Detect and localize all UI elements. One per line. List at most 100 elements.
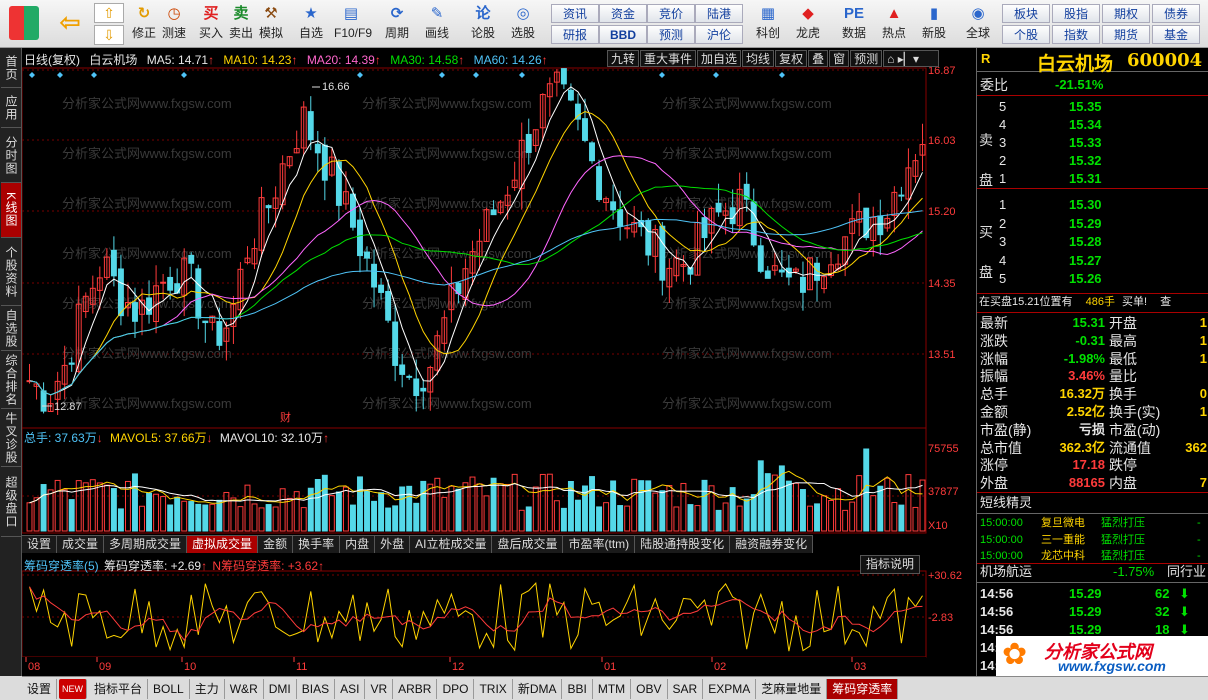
toolbar-star-button[interactable]: ★ 自选 — [294, 3, 328, 45]
indicator-tab-2[interactable]: 多周期成交量 — [104, 535, 188, 553]
sprite-stock[interactable]: 三一重能 — [1041, 531, 1085, 549]
jijin-button[interactable]: 基金 — [1152, 25, 1200, 44]
sidebar-tab-6[interactable]: 综合排名 — [1, 351, 21, 409]
toolbar-kechuang-button[interactable]: ▦ 科创 — [748, 3, 788, 45]
bid-price[interactable]: 15.26 — [1069, 270, 1102, 288]
indicator-tab-12[interactable]: 融资融券变化 — [730, 535, 814, 553]
chart-btn-5[interactable]: 叠 — [808, 50, 829, 67]
sidebar-tab-8[interactable]: 超级盘口 — [1, 467, 21, 537]
bottom-tab-13[interactable]: 新DMA — [513, 678, 563, 699]
yanbao-button[interactable]: 研报 — [551, 25, 599, 44]
chart-btn-7[interactable]: 预测 — [850, 50, 883, 67]
indicator-tab-8[interactable]: AI立桩成交量 — [410, 535, 493, 553]
toolbar-hammer-button[interactable]: ⚒ 模拟 — [254, 3, 288, 45]
ask-price[interactable]: 15.33 — [1069, 134, 1102, 152]
indicator-help-button[interactable]: 指标说明 — [860, 555, 921, 574]
sidebar-tab-7[interactable]: 牛叉诊股 — [1, 409, 21, 467]
chart-btn-6[interactable]: 窗 — [829, 50, 850, 67]
indicator-tab-3[interactable]: 虚拟成交量 — [187, 535, 259, 553]
toolbar-data-button[interactable]: PE 数据 — [834, 3, 874, 45]
new-badge[interactable]: NEW — [59, 678, 88, 699]
toolbar-longhu-button[interactable]: ◆ 龙虎 — [788, 3, 828, 45]
chart-btn-1[interactable]: 重大事件 — [640, 50, 697, 67]
hulun-button[interactable]: 沪伦 — [695, 25, 743, 44]
ask-price[interactable]: 15.34 — [1069, 116, 1102, 134]
lugang-button[interactable]: 陆港 — [695, 4, 743, 23]
chart-btn-0[interactable]: 九转 — [607, 50, 640, 67]
qiquan-button[interactable]: 期权 — [1102, 4, 1150, 23]
bottom-tab-15[interactable]: MTM — [593, 678, 632, 699]
flight-tag[interactable]: 同行业 — [1167, 563, 1206, 581]
chart-btn-4[interactable]: 复权 — [775, 50, 808, 67]
yuce-button[interactable]: 预测 — [647, 25, 695, 44]
indicator-tab-4[interactable]: 金额 — [258, 535, 294, 553]
bottom-tab-6[interactable]: DMI — [264, 678, 297, 699]
bottom-tab-14[interactable]: BBI — [562, 678, 593, 699]
bottom-tab-7[interactable]: BIAS — [297, 678, 336, 699]
zijin-button[interactable]: 资金 — [599, 4, 647, 23]
sidebar-tab-0[interactable]: 首页 — [1, 48, 21, 88]
sidebar-tab-3[interactable]: K线图 — [1, 183, 21, 238]
updown-button[interactable]: ⇧ ⇩ — [94, 3, 124, 45]
chart-btn-3[interactable]: 均线 — [742, 50, 775, 67]
bottom-tab-9[interactable]: VR — [365, 678, 394, 699]
zhishu-button[interactable]: 指数 — [1052, 25, 1100, 44]
bottom-tab-11[interactable]: DPO — [437, 678, 475, 699]
toolbar-select-button[interactable]: ◎ 选股 — [506, 3, 540, 45]
zhaiquan-button[interactable]: 债券 — [1152, 4, 1200, 23]
toolbar-cycle-button[interactable]: ⟳ 周期 — [380, 3, 414, 45]
bottom-tab-16[interactable]: OBV — [631, 678, 668, 699]
back-button[interactable]: ⇦ — [52, 3, 88, 45]
bottom-tab-10[interactable]: ARBR — [393, 678, 438, 699]
indicator-tab-7[interactable]: 外盘 — [375, 535, 411, 553]
bbd-button[interactable]: BBD — [599, 25, 647, 44]
menu-button[interactable] — [4, 3, 44, 45]
bottom-tab-20[interactable]: 筹码穿透率 — [827, 678, 899, 699]
bottom-tab-8[interactable]: ASI — [335, 678, 366, 699]
bottom-tab-3[interactable]: BOLL — [148, 678, 190, 699]
bid-price[interactable]: 15.28 — [1069, 233, 1102, 251]
sprite-stock[interactable]: 复旦微电 — [1041, 514, 1085, 532]
jingjia-button[interactable]: 竞价 — [647, 4, 695, 23]
toolbar-clock-button[interactable]: ◷ 测速 — [157, 3, 191, 45]
sidebar-tab-5[interactable]: 自选股 — [1, 306, 21, 351]
bankuai-button[interactable]: 板块 — [1002, 4, 1050, 23]
bottom-tab-2[interactable]: 指标平台 — [89, 678, 149, 699]
kline-svg[interactable]: 16.8716.0315.2014.3513.517575537877X10+3… — [21, 48, 976, 676]
ask-price[interactable]: 15.31 — [1069, 170, 1102, 188]
toolbar-buy-button[interactable]: 买买入 — [194, 3, 228, 45]
bid-price[interactable]: 15.30 — [1069, 196, 1102, 214]
indicator-tab-0[interactable]: 设置 — [22, 535, 58, 553]
indicator-tab-9[interactable]: 盘后成交量 — [492, 535, 564, 553]
zixun-button[interactable]: 资讯 — [551, 4, 599, 23]
indicator-tab-10[interactable]: 市盈率(ttm) — [563, 535, 636, 553]
qihuo-button[interactable]: 期货 — [1102, 25, 1150, 44]
indicator-tab-1[interactable]: 成交量 — [57, 535, 105, 553]
bid-price[interactable]: 15.27 — [1069, 252, 1102, 270]
guzhi-button[interactable]: 股指 — [1052, 4, 1100, 23]
gegu-button[interactable]: 个股 — [1002, 25, 1050, 44]
toolbar-newstock-button[interactable]: ▮ 新股 — [914, 3, 954, 45]
bottom-tab-0[interactable]: 设置 — [22, 678, 58, 699]
sidebar-tab-4[interactable]: 个股资料 — [1, 238, 21, 306]
bottom-tab-5[interactable]: W&R — [225, 678, 264, 699]
sidebar-tab-2[interactable]: 分时图 — [1, 128, 21, 183]
toolbar-refresh-button[interactable]: ↻ 修正 — [127, 3, 161, 45]
sidebar-tab-1[interactable]: 应用 — [1, 88, 21, 128]
indicator-tab-6[interactable]: 内盘 — [340, 535, 376, 553]
toolbar-globe-button[interactable]: ◉ 全球 — [958, 3, 998, 45]
chart-control-icons[interactable]: ⌂ ▸▏▾ — [883, 50, 940, 67]
indicator-tab-5[interactable]: 换手率 — [293, 535, 341, 553]
toolbar-pencil-button[interactable]: ✎ 画线 — [420, 3, 454, 45]
toolbar-discuss-button[interactable]: 论论股 — [466, 3, 500, 45]
big-order-notice[interactable]: 在买盘15.21位置有 486手 买单! 查 — [979, 293, 1171, 311]
bottom-tab-17[interactable]: SAR — [668, 678, 704, 699]
bottom-tab-4[interactable]: 主力 — [190, 678, 225, 699]
bottom-tab-19[interactable]: 芝麻量地量 — [756, 678, 828, 699]
ask-price[interactable]: 15.32 — [1069, 152, 1102, 170]
toolbar-hot-button[interactable]: ▲ 热点 — [874, 3, 914, 45]
bid-price[interactable]: 15.29 — [1069, 215, 1102, 233]
bottom-tab-12[interactable]: TRIX — [474, 678, 513, 699]
ask-price[interactable]: 15.35 — [1069, 98, 1102, 116]
toolbar-sell-button[interactable]: 卖卖出 — [224, 3, 258, 45]
